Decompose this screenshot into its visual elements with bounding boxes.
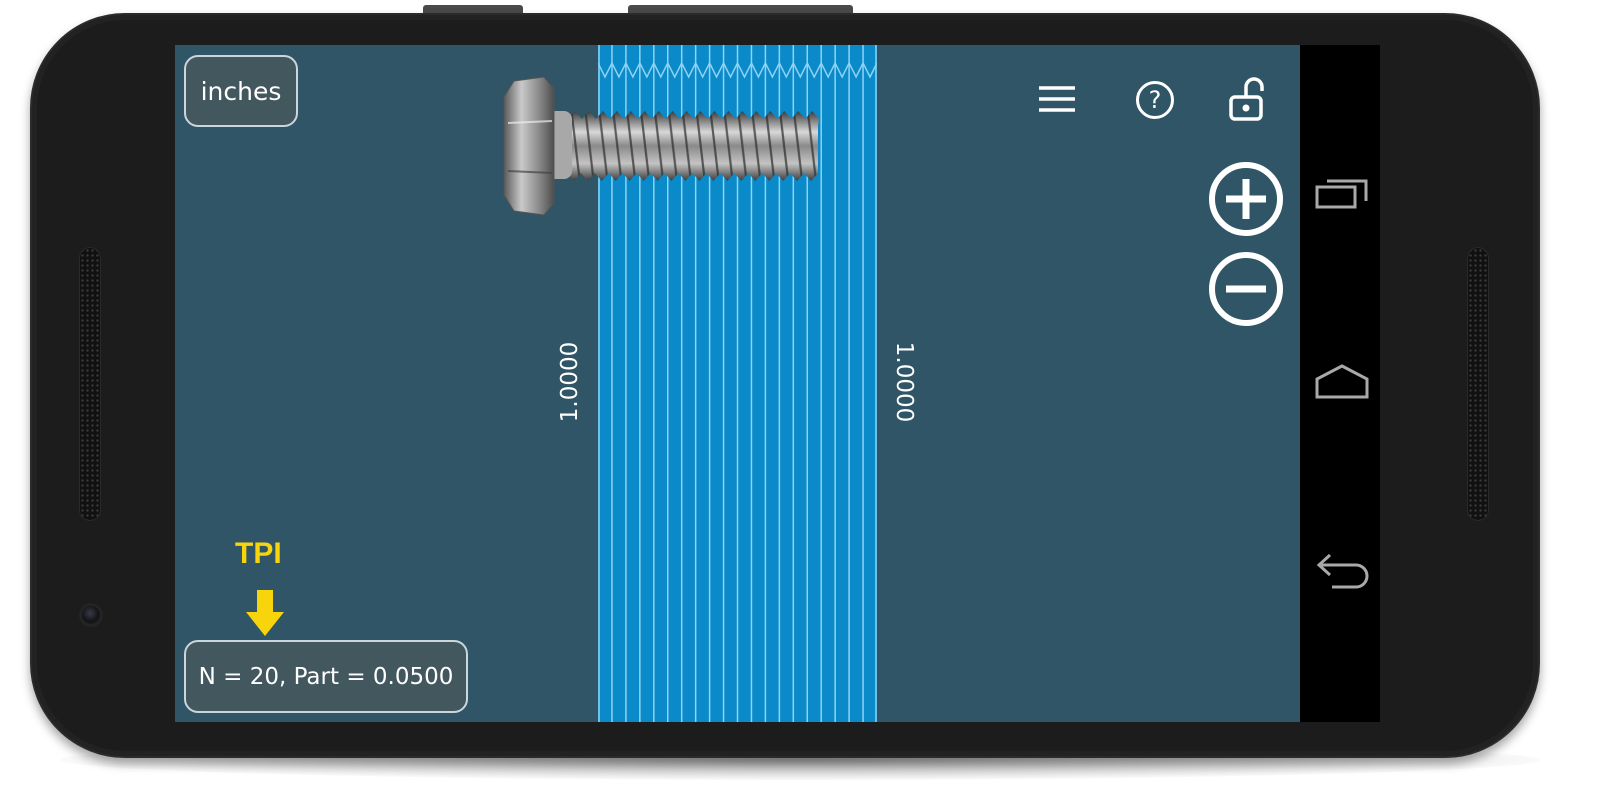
left-measure-label: 1.0000 xyxy=(557,341,583,423)
android-navigation-bar xyxy=(1300,45,1380,722)
right-measure-label: 1.0000 xyxy=(891,341,917,423)
app-screen: inches 1.0000 1.0000 ? TPI N = 20, Part … xyxy=(175,45,1300,722)
help-circle-icon[interactable]: ? xyxy=(1135,80,1175,124)
back-icon[interactable] xyxy=(1314,551,1374,595)
svg-text:?: ? xyxy=(1149,86,1162,114)
tpi-annotation-label: TPI xyxy=(235,537,282,570)
hamburger-menu-icon[interactable] xyxy=(1037,83,1077,119)
right-speaker-grille xyxy=(1468,248,1488,520)
home-icon[interactable] xyxy=(1314,363,1370,403)
minus-circle-icon[interactable] xyxy=(1208,251,1284,331)
units-toggle-button[interactable]: inches xyxy=(184,55,298,127)
plus-circle-icon[interactable] xyxy=(1208,161,1284,241)
recent-apps-icon[interactable] xyxy=(1314,175,1370,215)
down-arrow-icon xyxy=(246,590,284,640)
unlocked-padlock-icon[interactable] xyxy=(1228,77,1264,125)
left-speaker-grille xyxy=(80,248,100,520)
bolt-image xyxy=(500,75,822,221)
thread-count-readout: N = 20, Part = 0.0500 xyxy=(184,640,468,713)
front-camera xyxy=(82,606,100,624)
